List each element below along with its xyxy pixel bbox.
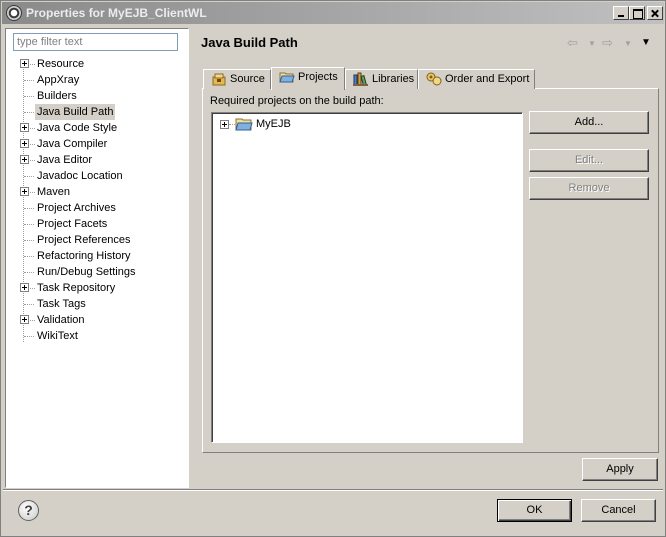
tree-item-label: Java Compiler [37, 138, 108, 150]
tree-item-label: Task Repository [37, 282, 116, 294]
tree-item-label: Java Build Path [35, 104, 116, 120]
tree-connector [24, 336, 34, 337]
tree-connector [24, 240, 34, 241]
order-export-icon [426, 72, 442, 86]
tree-item-label: Resource [37, 58, 85, 70]
tree-connector [24, 224, 34, 225]
tree-connector [24, 80, 34, 81]
tree-item[interactable]: WikiText [6, 328, 186, 344]
tree-item-label: Task Tags [37, 298, 86, 310]
tree-item[interactable]: Java Build Path [6, 104, 186, 120]
tree-item-label: Validation [37, 314, 85, 326]
tree-item[interactable]: AppXray [6, 72, 186, 88]
back-dropdown-icon[interactable]: ▼ [588, 39, 596, 48]
tree-item[interactable]: Task Tags [6, 296, 186, 312]
filter-input[interactable] [13, 33, 178, 51]
page-title: Java Build Path [201, 35, 298, 50]
tree-item[interactable]: Project References [6, 232, 186, 248]
tree-item-label: Builders [37, 90, 77, 102]
tab-bar: Source Projects Libraries Order and Expo… [203, 67, 663, 90]
remove-button[interactable]: Remove [529, 177, 649, 200]
tree-item[interactable]: Project Archives [6, 200, 186, 216]
minimize-button[interactable] [613, 6, 629, 20]
view-menu-icon[interactable]: ▼ [641, 37, 651, 48]
forward-dropdown-icon[interactable]: ▼ [624, 39, 632, 48]
tree-item-label: WikiText [37, 330, 78, 342]
expand-icon[interactable] [20, 155, 29, 164]
tree-item-label: Maven [37, 186, 71, 198]
expand-icon[interactable] [20, 283, 29, 292]
preference-tree: Resource AppXray Builders Java Build Path Ja… [6, 56, 186, 344]
required-projects-list[interactable]: MyEJB [211, 112, 523, 443]
project-label: MyEJB [256, 118, 291, 130]
required-projects-caption: Required projects on the build path: [210, 95, 384, 107]
tree-item[interactable]: Validation [6, 312, 186, 328]
tree-connector [24, 176, 34, 177]
apply-button[interactable]: Apply [582, 458, 658, 481]
tab-projects[interactable]: Projects [271, 67, 345, 90]
project-folder-icon [235, 118, 253, 131]
tree-item-label: Refactoring History [37, 250, 131, 262]
tab-label: Order and Export [445, 73, 530, 85]
tab-label: Libraries [372, 73, 415, 85]
expand-icon[interactable] [20, 139, 29, 148]
tab-order-and-export[interactable]: Order and Export [418, 69, 535, 89]
tree-item-label: Run/Debug Settings [37, 266, 136, 278]
tree-item[interactable]: Project Facets [6, 216, 186, 232]
back-arrow-icon[interactable]: ⇦ [567, 35, 578, 51]
tree-connector [24, 256, 34, 257]
libraries-icon [353, 72, 368, 86]
tree-item[interactable]: Resource [6, 56, 186, 72]
history-navigation: ⇦ ▼ ⇨ ▼ ▼ [564, 35, 656, 51]
expand-icon[interactable] [20, 123, 29, 132]
tree-item-label: Project Archives [37, 202, 116, 214]
window-title: Properties for MyEJB_ClientWL [26, 6, 207, 20]
properties-dialog: Properties for MyEJB_ClientWL Resource Ap… [0, 0, 666, 537]
tree-item[interactable]: Java Editor [6, 152, 186, 168]
tree-connector [24, 208, 34, 209]
edit-button[interactable]: Edit... [529, 149, 649, 172]
tree-item-label: AppXray [37, 74, 80, 86]
expand-icon[interactable] [220, 120, 229, 129]
tree-item-label: Java Code Style [37, 122, 118, 134]
expand-icon[interactable] [20, 315, 29, 324]
tree-item[interactable]: Maven [6, 184, 186, 200]
tree-item[interactable]: Java Compiler [6, 136, 186, 152]
expand-icon[interactable] [20, 187, 29, 196]
tree-item[interactable]: Refactoring History [6, 248, 186, 264]
tree-item[interactable]: Javadoc Location [6, 168, 186, 184]
tab-label: Projects [298, 71, 338, 83]
maximize-button[interactable] [629, 6, 645, 20]
tree-item-label: Project References [37, 234, 131, 246]
footer-separator [3, 489, 663, 491]
tree-item-label: Java Editor [37, 154, 93, 166]
tree-item-label: Project Facets [37, 218, 108, 230]
tree-item[interactable]: Run/Debug Settings [6, 264, 186, 280]
ok-button[interactable]: OK [497, 499, 572, 522]
source-icon [212, 73, 226, 86]
tree-connector [24, 96, 34, 97]
forward-arrow-icon[interactable]: ⇨ [602, 35, 613, 51]
add-button[interactable]: Add... [529, 111, 649, 134]
close-window-button[interactable] [647, 6, 663, 20]
tree-item[interactable]: Task Repository [6, 280, 186, 296]
title-bar[interactable]: Properties for MyEJB_ClientWL [2, 2, 664, 24]
tab-libraries[interactable]: Libraries [345, 69, 418, 89]
tree-connector [24, 112, 34, 113]
tree-item-label: Javadoc Location [37, 170, 123, 182]
folder-open-icon [279, 72, 295, 83]
eclipse-app-icon [6, 5, 22, 21]
tree-connector [24, 304, 34, 305]
tree-item[interactable]: Builders [6, 88, 186, 104]
help-icon[interactable]: ? [18, 500, 39, 521]
tab-source[interactable]: Source [203, 69, 271, 89]
tree-connector [24, 272, 34, 273]
cancel-button[interactable]: Cancel [581, 499, 656, 522]
tab-label: Source [230, 73, 265, 85]
expand-icon[interactable] [20, 59, 29, 68]
list-item[interactable]: MyEJB [218, 116, 418, 132]
tree-item[interactable]: Java Code Style [6, 120, 186, 136]
